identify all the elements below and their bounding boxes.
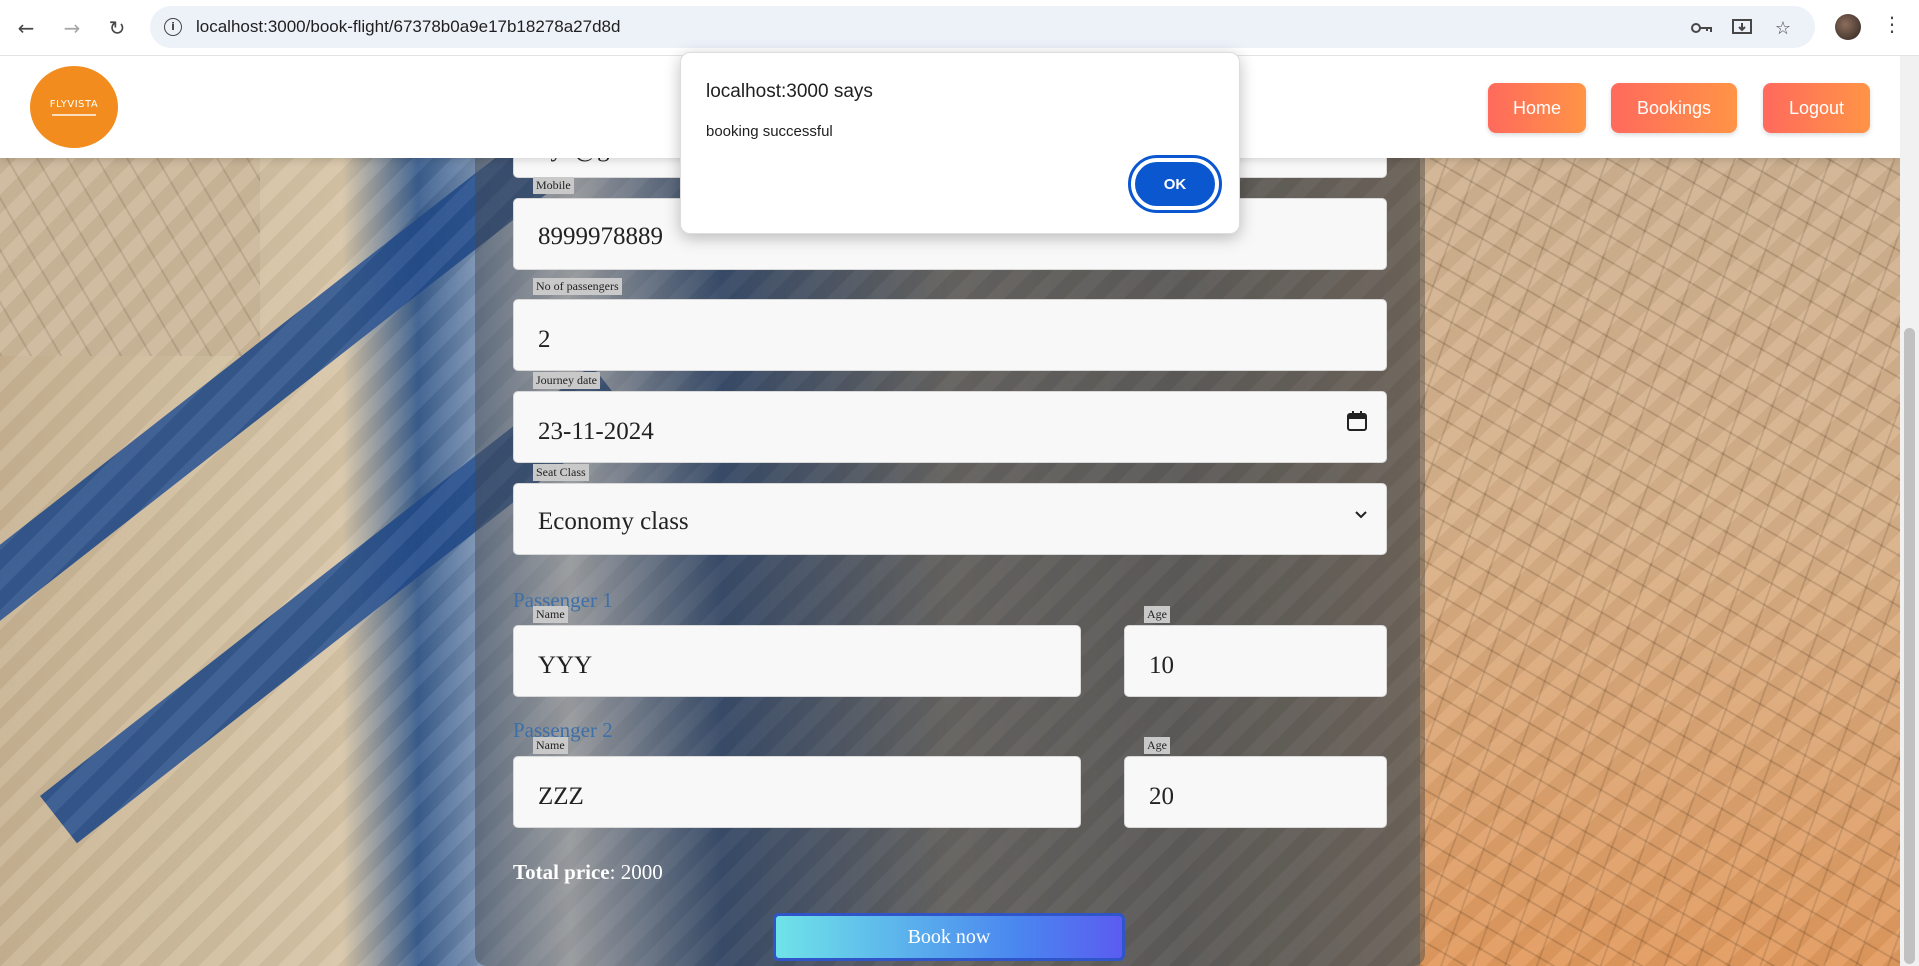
journey-date-value: 23-11-2024: [538, 418, 654, 445]
mobile-value: 8999978889: [538, 223, 663, 250]
browser-menu-icon[interactable]: ⋮: [1880, 12, 1904, 42]
site-info-icon[interactable]: i: [164, 18, 182, 36]
logo-tagline-line: [52, 113, 96, 116]
scrollbar-thumb[interactable]: [1904, 328, 1915, 964]
journey-date-label: Journey date: [533, 372, 600, 389]
book-now-button[interactable]: Book now: [773, 913, 1125, 961]
total-price-label: Total price: [513, 860, 610, 884]
passenger-1-age-input[interactable]: 10: [1124, 625, 1387, 697]
passenger-2-age-value: 20: [1149, 783, 1174, 810]
passenger-1-name-input[interactable]: YYY: [513, 625, 1081, 697]
passenger-1-age-label: Age: [1144, 606, 1170, 623]
background-map-right: [1420, 56, 1900, 966]
home-button[interactable]: Home: [1488, 83, 1586, 133]
passenger-2-name-label: Name: [533, 737, 568, 754]
flyvista-logo[interactable]: FLYVISTA: [30, 66, 118, 148]
alert-dialog: localhost:3000 says booking successful O…: [680, 52, 1240, 234]
alert-message: booking successful: [706, 123, 833, 140]
passenger-1-name-value: YYY: [538, 652, 593, 679]
passengers-label: No of passengers: [533, 278, 622, 295]
logout-button[interactable]: Logout: [1763, 83, 1870, 133]
forward-arrow-icon[interactable]: →: [56, 12, 88, 44]
url-text[interactable]: localhost:3000/book-flight/67378b0a9e17b…: [196, 17, 620, 37]
logo-text: FLYVISTA: [49, 98, 99, 110]
page-scrollbar[interactable]: [1900, 56, 1919, 966]
install-app-icon[interactable]: [1730, 16, 1754, 40]
journey-date-field[interactable]: 23-11-2024: [513, 391, 1387, 463]
passenger-2-name-input[interactable]: ZZZ: [513, 756, 1081, 828]
back-arrow-icon[interactable]: ←: [10, 12, 42, 44]
bookmark-star-icon[interactable]: ☆: [1771, 16, 1795, 40]
passenger-1-name-label: Name: [533, 606, 568, 623]
seat-class-label: Seat Class: [533, 464, 589, 481]
passenger-2-age-label: Age: [1144, 737, 1170, 754]
alert-title: localhost:3000 says: [706, 81, 873, 102]
address-bar[interactable]: i localhost:3000/book-flight/67378b0a9e1…: [150, 6, 1815, 48]
chevron-down-icon: [1355, 511, 1367, 519]
passenger-2-age-input[interactable]: 20: [1124, 756, 1387, 828]
background-ticket-stripe: [0, 145, 549, 624]
password-key-icon[interactable]: [1690, 16, 1714, 40]
passengers-field[interactable]: 2: [513, 299, 1387, 371]
browser-toolbar: ← → ↻ i localhost:3000/book-flight/67378…: [0, 0, 1919, 56]
profile-avatar[interactable]: [1835, 14, 1861, 40]
calendar-icon[interactable]: [1346, 410, 1368, 432]
passenger-1-age-value: 10: [1149, 652, 1174, 679]
passengers-value: 2: [538, 326, 551, 353]
total-price: Total price: 2000: [513, 860, 663, 885]
mobile-label: Mobile: [533, 177, 574, 194]
seat-class-select[interactable]: Economy class: [513, 483, 1387, 555]
passenger-2-name-value: ZZZ: [538, 783, 584, 810]
reload-icon[interactable]: ↻: [101, 12, 133, 44]
seat-class-value: Economy class: [538, 508, 689, 535]
total-price-value: : 2000: [609, 860, 663, 884]
bookings-button[interactable]: Bookings: [1611, 83, 1737, 133]
alert-ok-button[interactable]: OK: [1128, 155, 1222, 213]
